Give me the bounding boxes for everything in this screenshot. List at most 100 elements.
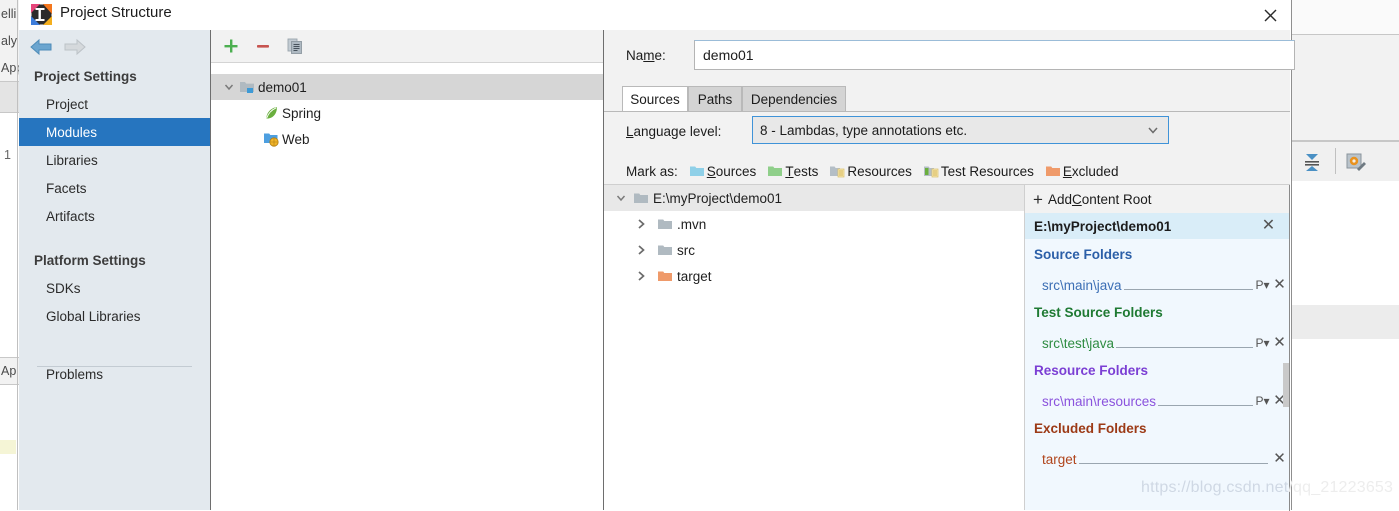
- watermark-part2: /qq_21223653: [1288, 479, 1394, 496]
- remove-module-button[interactable]: [251, 34, 275, 58]
- resource-folder-entry[interactable]: src\main\resources P▾ ✕: [1025, 387, 1289, 409]
- mnemonic: E: [1062, 163, 1072, 179]
- chevron-right-icon[interactable]: [634, 243, 648, 257]
- section-title-test-source-folders: Test Source Folders: [1034, 305, 1163, 320]
- modules-toolbar: [211, 30, 603, 63]
- tab-dependencies[interactable]: Dependencies: [742, 86, 846, 112]
- sidebar-item-project[interactable]: Project: [19, 90, 210, 118]
- copy-module-button[interactable]: [283, 34, 307, 58]
- folder-row-content-root[interactable]: E:\myProject\demo01: [604, 185, 1024, 211]
- sidebar-item-artifacts[interactable]: Artifacts: [19, 202, 210, 230]
- watermark: https://blog.csdn.net/qq_21223653: [1141, 479, 1393, 497]
- content-roots-panel: + Add Content Root E:\myProject\demo01 ✕…: [1025, 184, 1290, 511]
- mark-as-label: Mark as:: [626, 163, 678, 179]
- sidebar-group-project-settings: Project Settings: [34, 68, 137, 84]
- chevron-right-icon[interactable]: [634, 269, 648, 283]
- module-detail-panel: Name: Sources Paths Dependencies Languag…: [604, 30, 1295, 511]
- sidebar-item-label: Global Libraries: [46, 308, 141, 324]
- folder-icon: [657, 216, 673, 232]
- package-prefix-button[interactable]: P▾: [1255, 336, 1270, 350]
- mark-as-label-text: Resources: [847, 163, 912, 179]
- folder-label: E:\myProject\demo01: [653, 190, 783, 206]
- sidebar-item-label: Modules: [46, 124, 98, 140]
- folder-icon: [657, 242, 673, 258]
- package-prefix-button[interactable]: P▾: [1255, 394, 1270, 408]
- mark-as-excluded-button[interactable]: Excluded: [1045, 163, 1118, 179]
- sidebar-item-label: Facets: [46, 180, 87, 196]
- test-resources-folder-icon: [923, 163, 939, 179]
- folder-label: target: [677, 268, 712, 284]
- sidebar-item-facets[interactable]: Facets: [19, 174, 210, 202]
- section-title-excluded-folders: Excluded Folders: [1034, 421, 1147, 436]
- source-folder-entry[interactable]: src\main\java P▾ ✕: [1025, 271, 1289, 293]
- folder-row-target[interactable]: target: [604, 263, 1024, 289]
- mark-as-resources-button[interactable]: Resources: [829, 163, 912, 179]
- module-tree-row-web[interactable]: Web: [211, 126, 603, 152]
- module-label: Web: [282, 131, 310, 147]
- language-level-row: Language level: 8 - Lambdas, type annota…: [604, 112, 1290, 251]
- chevron-right-icon[interactable]: [634, 217, 648, 231]
- excluded-folder-icon: [1045, 163, 1061, 179]
- mnemonic: T: [785, 163, 794, 179]
- excluded-folder-entry[interactable]: target ✕: [1025, 445, 1289, 467]
- language-level-select[interactable]: 8 - Lambdas, type annotations etc.: [752, 116, 1169, 144]
- intellij-idea-icon: [31, 4, 52, 25]
- module-name-row: Name:: [604, 36, 1295, 76]
- arrow-left-icon[interactable]: [29, 37, 55, 57]
- package-prefix-button[interactable]: P▾: [1255, 278, 1270, 292]
- mark-as-sources-button[interactable]: Sources: [689, 163, 756, 179]
- module-label: demo01: [258, 79, 307, 95]
- mnemonic: C: [1071, 191, 1082, 207]
- settings-wrench-icon[interactable]: [1344, 151, 1368, 173]
- sources-folder-icon: [689, 163, 705, 179]
- test-source-folder-entry[interactable]: src\test\java P▾ ✕: [1025, 329, 1289, 351]
- sidebar-item-libraries[interactable]: Libraries: [19, 146, 210, 174]
- sidebar-item-problems[interactable]: Problems: [19, 360, 210, 388]
- project-structure-dialog: Project Structure Project Settings Proje…: [19, 0, 1295, 511]
- sidebar-item-label: Problems: [46, 366, 104, 382]
- folder-row-mvn[interactable]: .mvn: [604, 211, 1024, 237]
- bg-line-number: 1: [4, 148, 11, 162]
- folder-row-src[interactable]: src: [604, 237, 1024, 263]
- entry-underline: [1116, 346, 1253, 348]
- module-name-input[interactable]: [694, 40, 1295, 70]
- entry-underline: [1158, 404, 1253, 406]
- add-root-label-pre: Add: [1047, 191, 1072, 207]
- settings-sidebar: Project Settings Project Modules Librari…: [19, 30, 211, 510]
- source-folder-path: src\main\java: [1042, 278, 1122, 293]
- module-folder-icon: [239, 79, 255, 95]
- spring-leaf-icon: [263, 105, 279, 121]
- module-name-label: Name:: [626, 48, 666, 63]
- add-module-button[interactable]: [219, 34, 243, 58]
- sidebar-item-modules[interactable]: Modules: [19, 118, 210, 146]
- chevron-down-icon[interactable]: [1138, 123, 1168, 137]
- module-tabs: Sources Paths Dependencies: [604, 86, 1290, 112]
- content-root-path: E:\myProject\demo01: [1034, 218, 1172, 234]
- chevron-down-icon[interactable]: [222, 80, 236, 94]
- close-icon[interactable]: [1257, 2, 1283, 28]
- sidebar-item-label: Artifacts: [46, 208, 95, 224]
- section-title-resource-folders: Resource Folders: [1034, 363, 1149, 378]
- add-root-label-post: ontent Root: [1081, 191, 1152, 207]
- sidebar-item-global-libraries[interactable]: Global Libraries: [19, 302, 210, 330]
- module-tree-row-demo01[interactable]: demo01: [211, 74, 603, 100]
- tab-paths[interactable]: Paths: [688, 86, 742, 112]
- chevron-down-icon[interactable]: [614, 191, 628, 205]
- web-facet-icon: [263, 131, 279, 147]
- entry-underline: [1123, 288, 1253, 290]
- mark-as-test-resources-button[interactable]: Test Resources: [923, 163, 1034, 179]
- module-tree-row-spring[interactable]: Spring: [211, 100, 603, 126]
- content-root-header: E:\myProject\demo01 ✕: [1025, 213, 1289, 239]
- add-content-root-button[interactable]: + Add Content Root: [1025, 185, 1289, 213]
- collapse-all-icon[interactable]: [1300, 151, 1324, 173]
- mark-as-tests-button[interactable]: Tests: [767, 163, 818, 179]
- arrow-right-icon[interactable]: [61, 37, 87, 57]
- language-level-value: 8 - Lambdas, type annotations etc.: [760, 122, 968, 138]
- remove-content-root-icon[interactable]: ✕: [1259, 217, 1278, 234]
- entry-underline: [1078, 462, 1268, 464]
- sidebar-item-label: SDKs: [46, 280, 81, 296]
- tab-sources[interactable]: Sources: [622, 86, 688, 112]
- sidebar-item-sdks[interactable]: SDKs: [19, 274, 210, 302]
